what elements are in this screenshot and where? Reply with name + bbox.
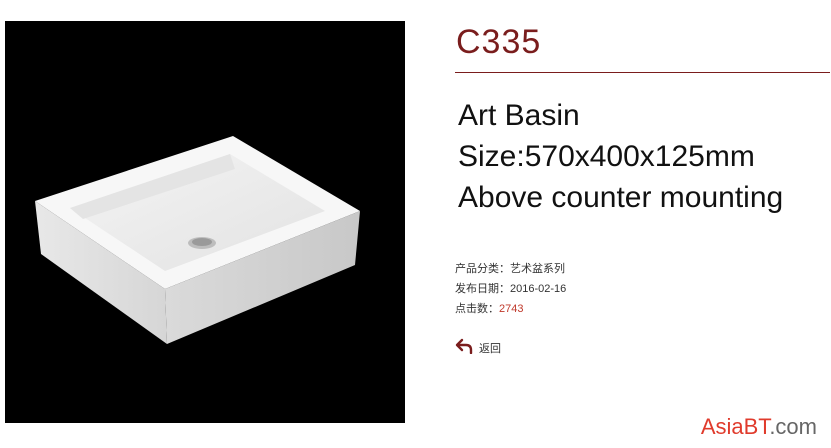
description-line-name: Art Basin [458, 99, 580, 132]
meta-category-label: 产品分类： [455, 263, 510, 275]
meta-hits-label: 点击数： [455, 303, 499, 315]
title-divider [455, 72, 830, 73]
back-link[interactable]: 返回 [455, 338, 501, 357]
back-arrow-icon [455, 338, 479, 357]
watermark-suffix: .com [769, 414, 817, 439]
meta-date-label: 发布日期： [455, 283, 510, 295]
product-meta: 产品分类：艺术盆系列 发布日期：2016-02-16 点击数：2743 [455, 259, 566, 319]
product-code: C335 [456, 23, 542, 61]
meta-category-value: 艺术盆系列 [510, 263, 565, 275]
watermark-brand: AsiaBT [700, 414, 770, 439]
product-description: Art Basin Size:570x400x125mm Above count… [458, 95, 783, 218]
basin-illustration [35, 136, 360, 344]
meta-hits-row: 点击数：2743 [455, 299, 566, 319]
watermark: AsiaBT.com [701, 414, 817, 440]
meta-date-row: 发布日期：2016-02-16 [455, 279, 566, 299]
description-line-mounting: Above counter mounting [458, 181, 784, 214]
product-image [5, 21, 405, 423]
meta-hits-value: 2743 [499, 303, 524, 315]
description-line-size: Size:570x400x125mm [458, 140, 755, 173]
back-label: 返回 [479, 342, 501, 355]
meta-date-value: 2016-02-16 [510, 283, 567, 295]
meta-category-row: 产品分类：艺术盆系列 [455, 259, 566, 279]
